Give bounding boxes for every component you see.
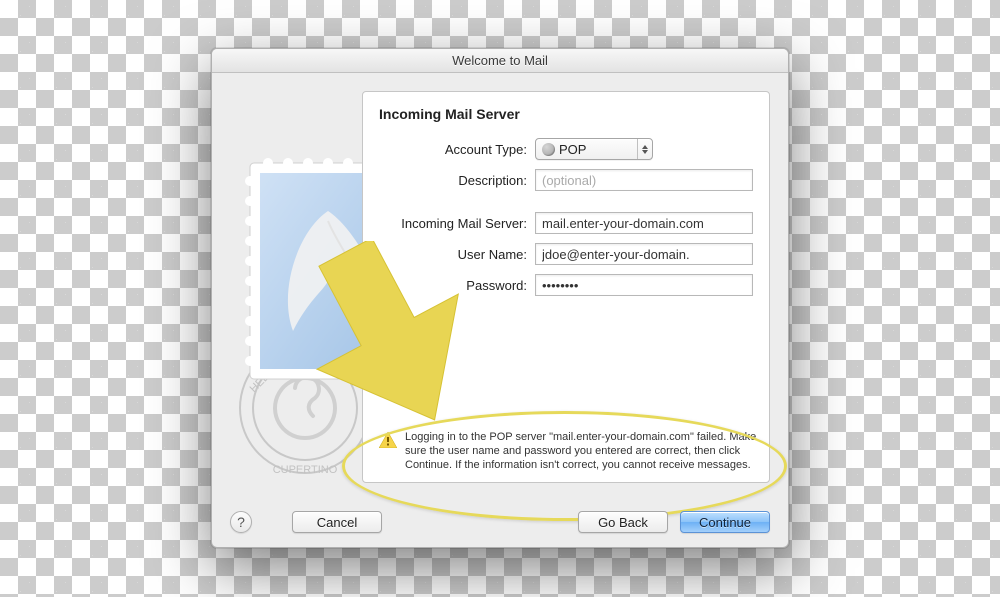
account-type-value: POP xyxy=(559,142,637,157)
help-button[interactable]: ? xyxy=(230,511,252,533)
label-password: Password: xyxy=(379,278,535,293)
footer: ? Cancel Go Back Continue xyxy=(230,511,770,533)
error-area: Logging in to the POP server "mail.enter… xyxy=(379,430,757,472)
error-message: Logging in to the POP server "mail.enter… xyxy=(405,430,757,472)
continue-button[interactable]: Continue xyxy=(680,511,770,533)
cancel-button[interactable]: Cancel xyxy=(292,511,382,533)
window-title: Welcome to Mail xyxy=(452,53,548,68)
svg-text:HELLO: HELLO xyxy=(248,361,282,395)
label-username: User Name: xyxy=(379,247,535,262)
svg-text:CUPERTINO: CUPERTINO xyxy=(273,464,338,476)
description-input[interactable] xyxy=(535,169,753,191)
account-type-select[interactable]: POP xyxy=(535,138,653,160)
warning-icon xyxy=(379,432,397,448)
row-incoming-server: Incoming Mail Server: xyxy=(379,212,753,234)
incoming-server-input[interactable] xyxy=(535,212,753,234)
label-description: Description: xyxy=(379,173,535,188)
row-description: Description: xyxy=(379,169,753,191)
select-arrows-icon xyxy=(637,139,648,159)
window-content: CUPERTINO HELLO Incoming Mail Ser xyxy=(212,73,788,547)
label-account-type: Account Type: xyxy=(379,142,535,157)
label-incoming-server: Incoming Mail Server: xyxy=(379,216,535,231)
globe-icon xyxy=(542,143,555,156)
password-input[interactable] xyxy=(535,274,753,296)
postmark-decoration: CUPERTINO HELLO xyxy=(230,333,380,483)
go-back-button[interactable]: Go Back xyxy=(578,511,668,533)
window-titlebar: Welcome to Mail xyxy=(212,49,788,73)
help-icon: ? xyxy=(237,514,245,530)
row-username: User Name: xyxy=(379,243,753,265)
incoming-server-panel: Incoming Mail Server Account Type: POP D… xyxy=(362,91,770,483)
username-input[interactable] xyxy=(535,243,753,265)
row-password: Password: xyxy=(379,274,753,296)
mail-setup-window: Welcome to Mail CUPERTINO HELLO xyxy=(211,48,789,548)
panel-title: Incoming Mail Server xyxy=(379,106,753,122)
row-account-type: Account Type: POP xyxy=(379,138,753,160)
